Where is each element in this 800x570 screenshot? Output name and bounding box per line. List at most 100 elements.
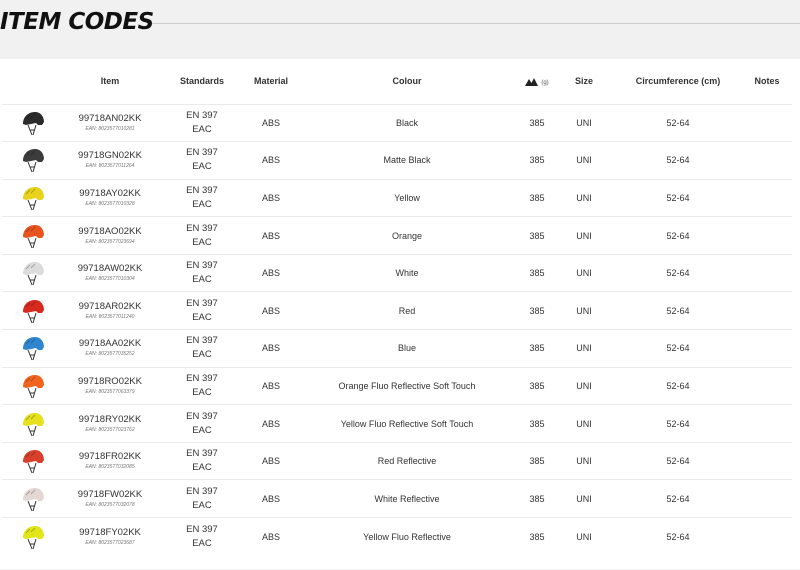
notes-cell xyxy=(742,518,792,556)
helmet-image[interactable] xyxy=(20,448,46,474)
title-divider xyxy=(152,23,800,24)
ean-code: EAN: 8023577032078 xyxy=(85,501,135,508)
helmet-image[interactable] xyxy=(20,335,46,361)
weight-unit: (g) xyxy=(541,80,549,87)
ean-code: EAN: 8023577023687 xyxy=(85,539,135,546)
table-row: 99718AR02KK EAN: 8023577011240 EN 397 EAC AB… xyxy=(2,291,792,331)
item-cell: 99718AA02KK EAN: 8023577035252 xyxy=(64,329,156,368)
item-code[interactable]: 99718RO02KK xyxy=(64,376,156,388)
size-cell: UNI xyxy=(554,479,614,519)
circumference-cell: 52-64 xyxy=(614,291,742,331)
helmet-image[interactable] xyxy=(20,524,46,550)
item-code[interactable]: 99718GN02KK xyxy=(64,150,156,162)
notes-cell xyxy=(742,367,792,406)
item-code[interactable]: 99718AY02KK xyxy=(64,188,156,200)
helmet-thumbnail-cell xyxy=(2,404,64,443)
standards-cell: EN 397 EAC xyxy=(156,329,248,368)
item-code[interactable]: 99718AW02KK xyxy=(64,263,156,275)
table-row: 99718RO02KK EAN: 8023577063379 EN 397 EAC AB… xyxy=(2,367,792,406)
standards-cell: EN 397 EAC xyxy=(156,141,248,180)
colour-cell: Yellow xyxy=(294,179,520,218)
item-code[interactable]: 99718AN02KK xyxy=(64,113,156,125)
standard-2: EAC xyxy=(192,236,212,248)
ean-code: EAN: 8023577023694 xyxy=(85,238,135,245)
notes-cell xyxy=(742,479,792,519)
item-code[interactable]: 99718FW02KK xyxy=(64,489,156,501)
helmet-image[interactable] xyxy=(20,110,46,136)
ean-code: EAN: 8023577010304 xyxy=(85,276,135,283)
table-row: 99718AN02KK EAN: 8023577010281 EN 397 EAC AB… xyxy=(2,104,792,143)
standards-cell: EN 397 EAC xyxy=(156,254,248,293)
helmet-thumbnail-cell xyxy=(2,329,64,368)
item-cell: 99718AY02KK EAN: 8023577010328 xyxy=(64,179,156,218)
circumference-cell: 52-64 xyxy=(614,479,742,519)
helmet-thumbnail-cell xyxy=(2,104,64,143)
ean-code: EAN: 8023577063379 xyxy=(85,388,135,395)
notes-cell xyxy=(742,141,792,180)
standard-1: EN 397 xyxy=(186,297,218,309)
material-cell: ABS xyxy=(248,216,294,255)
helmet-image[interactable] xyxy=(20,185,46,211)
helmet-image[interactable] xyxy=(20,411,46,437)
colour-cell: Matte Black xyxy=(294,141,520,180)
weight-cell: 385 xyxy=(520,329,554,368)
helmet-image[interactable] xyxy=(20,298,46,324)
circumference-cell: 52-64 xyxy=(614,254,742,293)
item-code[interactable]: 99718AO02KK xyxy=(64,226,156,238)
page-header: ITEM CODES xyxy=(0,0,800,48)
standard-1: EN 397 xyxy=(186,222,218,234)
table-row: 99718AO02KK EAN: 8023577023694 EN 397 EAC AB… xyxy=(2,216,792,255)
material-cell: ABS xyxy=(248,404,294,443)
standards-cell: EN 397 EAC xyxy=(156,518,248,556)
table-row: 99718AW02KK EAN: 8023577010304 EN 397 EAC AB… xyxy=(2,254,792,293)
size-cell: UNI xyxy=(554,329,614,368)
notes-cell xyxy=(742,404,792,443)
notes-cell xyxy=(742,291,792,331)
helmet-image[interactable] xyxy=(20,486,46,512)
helmet-thumbnail-cell xyxy=(2,442,64,481)
notes-cell xyxy=(742,216,792,255)
material-cell: ABS xyxy=(248,141,294,180)
weight-cell: 385 xyxy=(520,404,554,443)
item-cell: 99718RY02KK EAN: 8023577023762 xyxy=(64,404,156,443)
standard-2: EAC xyxy=(192,161,212,173)
material-cell: ABS xyxy=(248,442,294,481)
helmet-thumbnail-cell xyxy=(2,179,64,218)
item-code[interactable]: 99718RY02KK xyxy=(64,414,156,426)
helmet-thumbnail-cell xyxy=(2,479,64,519)
colour-cell: Blue xyxy=(294,329,520,368)
material-cell: ABS xyxy=(248,104,294,143)
helmet-image[interactable] xyxy=(20,147,46,173)
weight-cell: 385 xyxy=(520,479,554,519)
standard-2: EAC xyxy=(192,123,212,135)
circumference-cell: 52-64 xyxy=(666,531,690,542)
standard-1: EN 397 xyxy=(186,260,218,272)
helmet-image[interactable] xyxy=(20,260,46,286)
item-code[interactable]: 99718AR02KK xyxy=(64,301,156,313)
standard-1: EN 397 xyxy=(186,184,218,196)
table-row: 99718GN02KK EAN: 8023577011264 EN 397 EAC AB… xyxy=(2,141,792,180)
helmet-image[interactable] xyxy=(20,373,46,399)
item-code[interactable]: 99718AA02KK xyxy=(64,338,156,350)
col-size: Size xyxy=(554,59,614,105)
item-cell: 99718FY02KK EAN: 8023577023687 xyxy=(64,518,156,556)
table-header-row: Item Standards Material Colour (g) Size … xyxy=(2,59,792,105)
circumference-cell: 52-64 xyxy=(614,141,742,180)
weight-cell: 385 xyxy=(520,442,554,481)
ean-code: EAN: 8023577010328 xyxy=(85,200,135,207)
table-row: 99718FR02KK EAN: 8023577032085 EN 397 EAC AB… xyxy=(2,442,792,481)
col-notes: Notes xyxy=(742,59,792,105)
standard-2: EAC xyxy=(192,424,212,436)
standard-2: EAC xyxy=(192,499,212,511)
item-code[interactable]: 99718FR02KK xyxy=(64,451,156,463)
weight-cell: 385 xyxy=(520,367,554,406)
standard-1: EN 397 xyxy=(186,485,218,497)
colour-cell: Red xyxy=(294,291,520,331)
table-row: 99718AA02KK EAN: 8023577035252 EN 397 EAC AB… xyxy=(2,329,792,368)
notes-cell xyxy=(742,104,792,143)
item-code[interactable]: 99718FY02KK xyxy=(64,527,156,539)
weight-cell: 385 xyxy=(520,216,554,255)
helmet-image[interactable] xyxy=(20,223,46,249)
colour-cell: Yellow Fluo Reflective Soft Touch xyxy=(294,404,520,443)
size-cell: UNI xyxy=(554,291,614,331)
